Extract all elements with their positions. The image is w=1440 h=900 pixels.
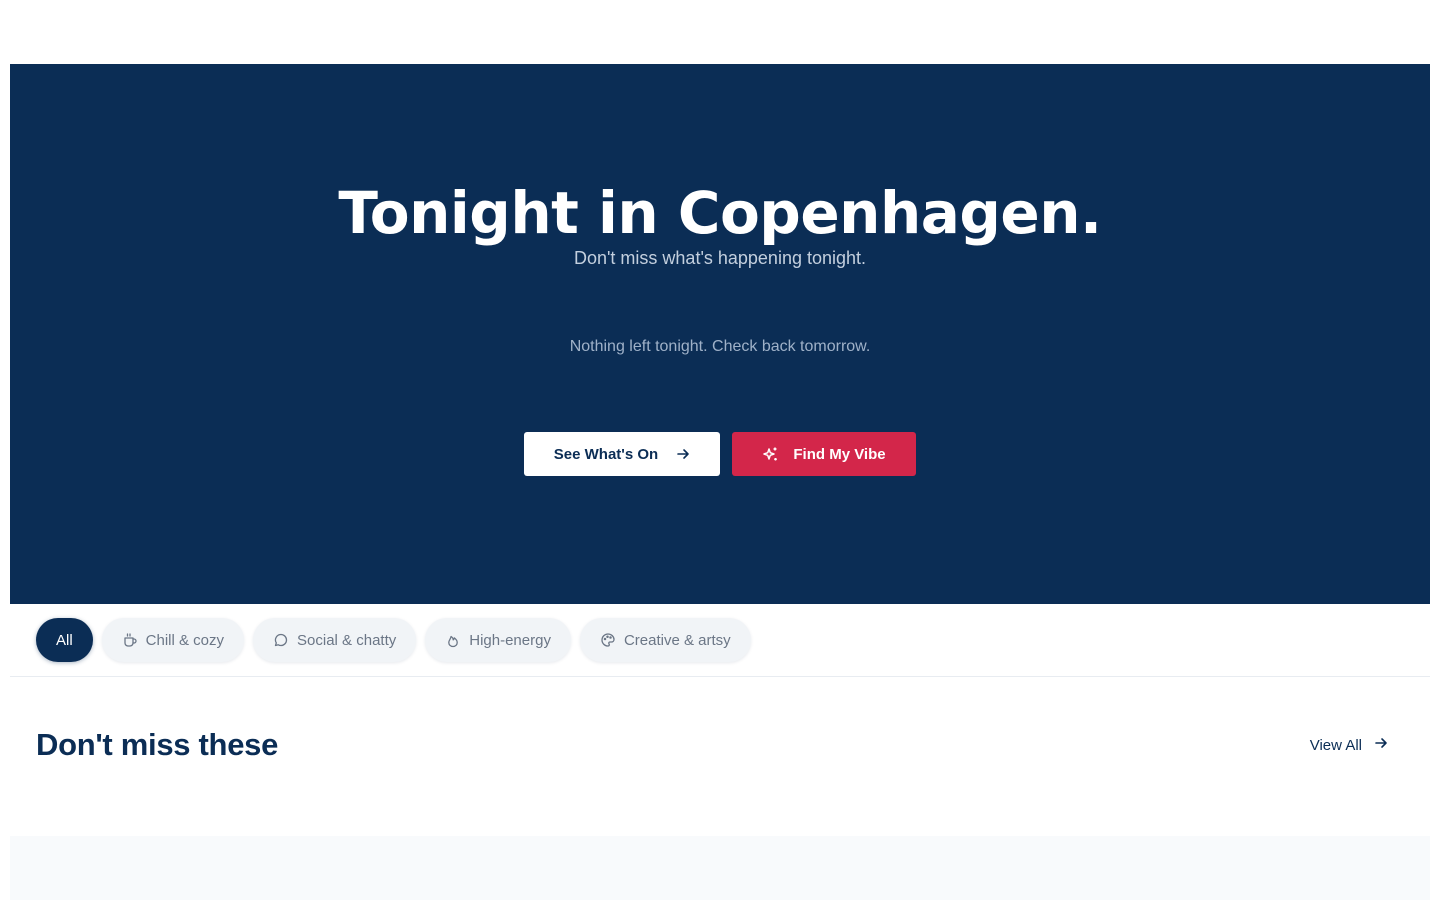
section-title: Don't miss these	[36, 727, 279, 762]
filter-chip-high-energy[interactable]: High-energy	[425, 618, 571, 662]
view-all-link[interactable]: View All	[1310, 736, 1388, 754]
see-whats-on-button[interactable]: See What's On	[524, 432, 720, 476]
section-header: Don't miss these View All	[36, 722, 1396, 768]
find-my-vibe-button[interactable]: Find My Vibe	[732, 432, 916, 476]
filter-chip-label: Chill & cozy	[145, 631, 225, 649]
hero-title: Tonight in Copenhagen.	[338, 179, 1102, 247]
empty-state-message: Nothing left tonight. Check back tomorro…	[569, 338, 871, 355]
view-all-label: View All	[1309, 736, 1362, 754]
filter-chip-chill-cozy[interactable]: Chill & cozy	[101, 618, 245, 662]
hero-subtitle: Don't miss what's happening tonight.	[573, 248, 867, 268]
hero-actions: See What's On Find My Vibe	[524, 432, 916, 476]
arrow-right-icon	[676, 447, 690, 461]
filter-chip-all[interactable]: All	[36, 618, 93, 662]
coffee-cup-icon	[122, 632, 138, 648]
find-my-vibe-label: Find My Vibe	[793, 445, 886, 463]
filter-chip-label: High-energy	[469, 631, 551, 649]
filter-chip-creative-artsy[interactable]: Creative & artsy	[579, 618, 751, 662]
palette-icon	[600, 632, 616, 648]
flame-icon	[445, 632, 461, 648]
vibe-filter-bar: All Chill & cozy Social & chatty High-en…	[10, 604, 1430, 677]
see-whats-on-label: See What's On	[553, 445, 659, 463]
event-cards-area	[10, 836, 1430, 900]
hero-banner: Tonight in Copenhagen. Don't miss what's…	[10, 64, 1430, 604]
chat-bubble-icon	[273, 632, 289, 648]
filter-chip-label: Social & chatty	[297, 631, 397, 649]
top-bar	[0, 0, 1440, 64]
filter-chip-label: Creative & artsy	[623, 631, 731, 649]
filter-chip-label: All	[56, 631, 73, 649]
arrow-right-icon	[1374, 736, 1388, 754]
filter-chip-social-chatty[interactable]: Social & chatty	[253, 618, 417, 662]
sparkles-icon	[762, 446, 779, 463]
